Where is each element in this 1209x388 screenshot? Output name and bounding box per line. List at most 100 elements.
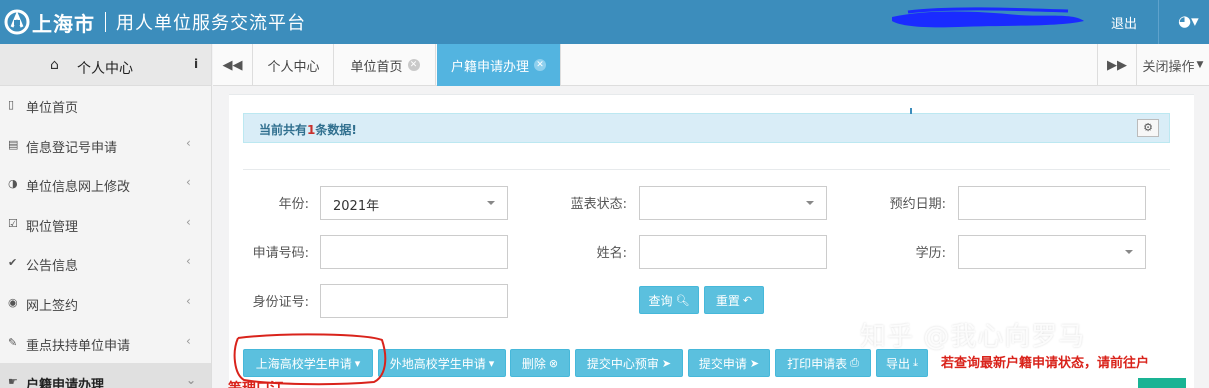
globe-icon[interactable]: ◕▾ bbox=[1178, 12, 1199, 30]
print-icon: ⎙ bbox=[850, 356, 859, 369]
close-circle-icon: ⊗ bbox=[548, 356, 559, 370]
tab-personal-center[interactable]: 个人中心 bbox=[254, 44, 334, 86]
send-icon: ➤ bbox=[661, 356, 672, 370]
close-tab-icon[interactable]: ✕ bbox=[407, 59, 420, 71]
download-icon: ⤓ bbox=[913, 356, 918, 369]
print-application-button[interactable]: 打印申请表 ⎙ bbox=[775, 349, 871, 377]
id-number-label: 身份证号: bbox=[252, 295, 309, 310]
sidebar-header: ⌂ 个人中心 i bbox=[0, 44, 211, 86]
appointment-date-label: 预约日期: bbox=[889, 197, 946, 212]
copy-icon: ▤ bbox=[8, 137, 19, 151]
name-input[interactable] bbox=[639, 235, 827, 269]
year-select[interactable]: 2021年 bbox=[320, 186, 508, 220]
check-square-icon: ☑ bbox=[8, 216, 18, 230]
application-number-input[interactable] bbox=[320, 235, 508, 269]
platform-title: 用人单位服务交流平台 bbox=[116, 13, 306, 34]
sidebar-item-register[interactable]: ▤ 信息登记号申请 ‹ bbox=[0, 126, 211, 166]
sidebar: ⌂ 个人中心 i ▯ 单位首页 ▤ 信息登记号申请 ‹ ◑ 单位信息网上修改 ‹… bbox=[0, 44, 212, 388]
education-select[interactable] bbox=[958, 235, 1146, 269]
caret-down-icon: ▾ bbox=[488, 356, 495, 370]
backward-icon: ◀◀ bbox=[222, 57, 243, 73]
sidebar-item-jobs[interactable]: ☑ 职位管理 ‹ bbox=[0, 205, 211, 245]
sidebar-item-home[interactable]: ▯ 单位首页 bbox=[0, 86, 211, 126]
chevron-left-icon: ‹ bbox=[186, 333, 191, 348]
chevron-left-icon: ‹ bbox=[186, 214, 191, 229]
tab-label: 户籍申请办理 bbox=[450, 59, 529, 75]
adjust-icon: ◑ bbox=[8, 177, 18, 191]
close-operations-dropdown[interactable]: 关闭操作 ▼ bbox=[1137, 44, 1209, 86]
sidebar-item-label: 公告信息 bbox=[26, 259, 79, 275]
send-icon: ➤ bbox=[749, 356, 760, 370]
logo-divider bbox=[105, 12, 106, 32]
chevron-left-icon: ‹ bbox=[186, 135, 191, 150]
blue-status-select[interactable] bbox=[639, 186, 827, 220]
search-icon: 🔍︎ bbox=[675, 293, 690, 307]
delete-button[interactable]: 删除 ⊗ bbox=[510, 349, 570, 377]
sidebar-item-label: 网上签约 bbox=[26, 298, 79, 314]
red-partial-text: 等理口江 bbox=[228, 378, 284, 388]
sidebar-item-hukou[interactable]: ☛ 户籍申请办理 ⌄ bbox=[0, 363, 211, 388]
sidebar-item-label: 重点扶持单位申请 bbox=[26, 338, 131, 354]
sidebar-title: 个人中心 bbox=[77, 61, 133, 77]
caret-down-icon bbox=[1125, 250, 1133, 254]
site-logo[interactable]: 上海市 用人单位服务交流平台 bbox=[4, 8, 306, 36]
top-header: 上海市 用人单位服务交流平台 退出 ◕▾ bbox=[0, 0, 1209, 44]
partial-green-button[interactable] bbox=[1138, 378, 1186, 388]
red-note: 若查询最新户籍申请状态，请前往户 bbox=[941, 356, 1150, 371]
caret-down-icon bbox=[487, 201, 495, 205]
alert-text: 当前共有1条数据! bbox=[259, 123, 357, 137]
watermark: 知乎 @我心向罗马 bbox=[860, 322, 1086, 352]
blue-status-label: 蓝表状态: bbox=[570, 197, 627, 212]
sidebar-item-sign[interactable]: ◉ 网上签约 ‹ bbox=[0, 284, 211, 324]
application-number-label: 申请号码: bbox=[252, 246, 309, 261]
pencil-icon: ✎ bbox=[8, 335, 18, 349]
sidebar-item-modify[interactable]: ◑ 单位信息网上修改 ‹ bbox=[0, 165, 211, 205]
id-number-input[interactable] bbox=[320, 284, 508, 318]
tab-label: 个人中心 bbox=[267, 59, 320, 75]
scroll-right-button[interactable]: ▶▶ bbox=[1097, 44, 1137, 86]
close-ops-label: 关闭操作 bbox=[1142, 59, 1195, 75]
header-divider bbox=[1158, 0, 1159, 44]
scroll-indicator bbox=[910, 108, 912, 114]
chevron-left-icon: ‹ bbox=[186, 175, 191, 190]
record-count-alert: 当前共有1条数据! ⚙ bbox=[243, 113, 1170, 143]
home-icon: ⌂ bbox=[50, 57, 59, 73]
shanghai-logo-icon bbox=[4, 9, 30, 35]
divider bbox=[243, 169, 1170, 170]
sidebar-item-label: 单位首页 bbox=[26, 101, 79, 116]
logo-city: 上海市 bbox=[32, 11, 95, 36]
settings-gear-icon[interactable]: ⚙ bbox=[1137, 119, 1159, 137]
sidebar-item-label: 户籍申请办理 bbox=[26, 378, 105, 388]
sidebar-item-label: 信息登记号申请 bbox=[26, 140, 118, 156]
hand-icon: ☛ bbox=[8, 375, 18, 388]
reset-button[interactable]: 重置 ↶ bbox=[704, 286, 764, 314]
close-tab-icon[interactable]: ✕ bbox=[534, 59, 546, 71]
logout-link[interactable]: 退出 bbox=[1111, 13, 1137, 32]
eye-icon: ◉ bbox=[8, 295, 18, 309]
chevron-left-icon: ‹ bbox=[186, 254, 191, 269]
submit-center-review-button[interactable]: 提交中心预审 ➤ bbox=[575, 349, 683, 377]
sidebar-item-label: 单位信息网上修改 bbox=[26, 180, 131, 196]
info-icon[interactable]: i bbox=[194, 57, 198, 71]
caret-down-icon: ▼ bbox=[1196, 60, 1204, 70]
tab-unit-home[interactable]: 单位首页 ✕ bbox=[335, 44, 436, 86]
check-icon: ✔ bbox=[8, 256, 18, 270]
sidebar-item-support[interactable]: ✎ 重点扶持单位申请 ‹ bbox=[0, 324, 211, 364]
name-label: 姓名: bbox=[596, 246, 627, 261]
chevron-down-icon: ⌄ bbox=[186, 373, 197, 388]
appointment-date-input[interactable] bbox=[958, 186, 1146, 220]
other-student-apply-button[interactable]: 外地高校学生申请 ▾ bbox=[378, 349, 506, 377]
scroll-left-button[interactable]: ◀◀ bbox=[213, 44, 253, 86]
chevron-left-icon: ‹ bbox=[186, 293, 191, 308]
education-label: 学历: bbox=[915, 246, 946, 261]
export-button[interactable]: 导出 ⤓ bbox=[876, 349, 928, 377]
tab-hukou[interactable]: 户籍申请办理 ✕ bbox=[437, 44, 561, 86]
tab-label: 单位首页 bbox=[350, 59, 403, 75]
sidebar-item-notices[interactable]: ✔ 公告信息 ‹ bbox=[0, 244, 211, 284]
submit-application-button[interactable]: 提交申请 ➤ bbox=[688, 349, 770, 377]
bookmark-icon: ▯ bbox=[8, 98, 15, 111]
tab-bar: ◀◀ 个人中心 单位首页 ✕ 户籍申请办理 ✕ ▶▶ 关闭操作 ▼ bbox=[213, 44, 1209, 86]
sidebar-item-label: 职位管理 bbox=[26, 219, 79, 235]
undo-icon: ↶ bbox=[742, 293, 753, 307]
query-button[interactable]: 查询 🔍︎ bbox=[639, 286, 699, 314]
